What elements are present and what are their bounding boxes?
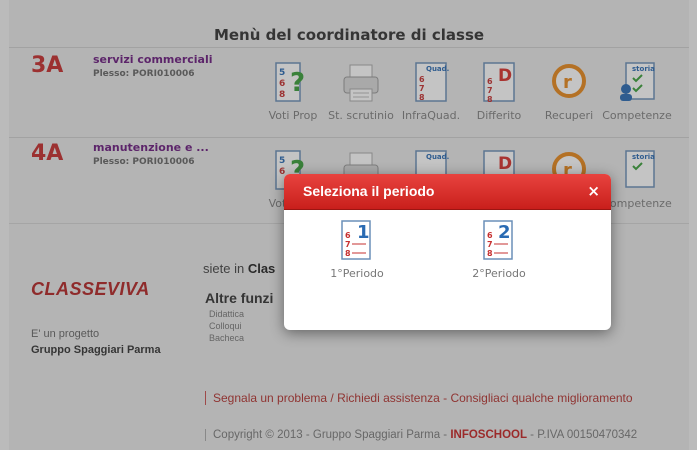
svg-text:8: 8 <box>487 249 493 258</box>
modal-header: Seleziona il periodo × <box>284 174 611 210</box>
svg-text:7: 7 <box>345 240 351 249</box>
period-2-button[interactable]: 2 6 7 8 2°Periodo <box>459 218 539 288</box>
svg-text:6: 6 <box>345 231 351 240</box>
svg-text:8: 8 <box>345 249 351 258</box>
period-2-label: 2°Periodo <box>472 267 526 280</box>
svg-text:1: 1 <box>357 222 370 243</box>
close-icon[interactable]: × <box>587 182 600 200</box>
period-1-button[interactable]: 1 6 7 8 1°Periodo <box>317 218 397 288</box>
modal-title: Seleziona il periodo <box>303 183 435 199</box>
svg-text:2: 2 <box>498 222 511 243</box>
period-modal: Seleziona il periodo × 1 6 7 8 1°Periodo… <box>284 174 611 330</box>
period-1-icon: 1 6 7 8 <box>341 220 371 260</box>
period-1-label: 1°Periodo <box>330 267 384 280</box>
period-2-icon: 2 6 7 8 <box>483 220 513 260</box>
svg-text:6: 6 <box>487 231 493 240</box>
svg-text:7: 7 <box>487 240 493 249</box>
